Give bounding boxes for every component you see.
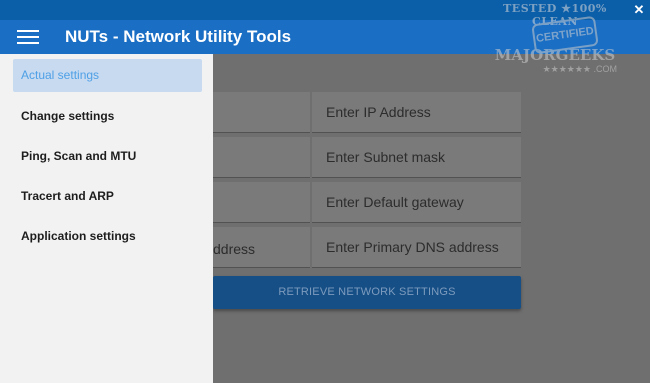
field-left-subnet[interactable]: [213, 137, 310, 178]
drawer-item-tracert-arp[interactable]: Tracert and ARP: [21, 188, 114, 204]
watermark-com: ★★★★★★ .COM: [485, 64, 625, 75]
field-left-dns[interactable]: ddress: [213, 227, 310, 268]
navigation-drawer: Actual settings Change settings Ping, Sc…: [0, 54, 213, 383]
retrieve-network-settings-button[interactable]: RETRIEVE NETWORK SETTINGS: [213, 276, 521, 309]
drawer-item-ping-scan-mtu[interactable]: Ping, Scan and MTU: [21, 148, 136, 164]
primary-dns-input[interactable]: Enter Primary DNS address: [312, 227, 521, 268]
default-gateway-input[interactable]: Enter Default gateway: [312, 182, 521, 223]
field-left-ip[interactable]: [213, 92, 310, 133]
drawer-item-actual-settings[interactable]: Actual settings: [13, 59, 202, 92]
field-left-gateway[interactable]: [213, 182, 310, 223]
partial-field-text: ddress: [213, 241, 256, 257]
majorgeeks-watermark: TESTED ★100% CLEAN CERTIFIED MAJORGEEKS …: [485, 0, 625, 80]
ip-address-input[interactable]: Enter IP Address: [312, 92, 521, 133]
watermark-stars: ★★★★★★: [542, 64, 591, 74]
hamburger-icon-line: [17, 36, 39, 38]
drawer-item-application-settings[interactable]: Application settings: [21, 228, 136, 244]
subnet-mask-input[interactable]: Enter Subnet mask: [312, 137, 521, 178]
close-window-button[interactable]: ✕: [631, 1, 647, 19]
hamburger-icon-line: [17, 42, 39, 44]
watermark-com-text: .COM: [593, 64, 618, 74]
hamburger-menu-button[interactable]: [17, 30, 39, 45]
watermark-brand: MAJORGEEKS: [494, 46, 616, 64]
app-title: NUTs - Network Utility Tools: [65, 27, 292, 46]
drawer-item-change-settings[interactable]: Change settings: [21, 108, 114, 124]
hamburger-icon: [17, 30, 39, 32]
drawer-item-label: Actual settings: [21, 68, 100, 82]
